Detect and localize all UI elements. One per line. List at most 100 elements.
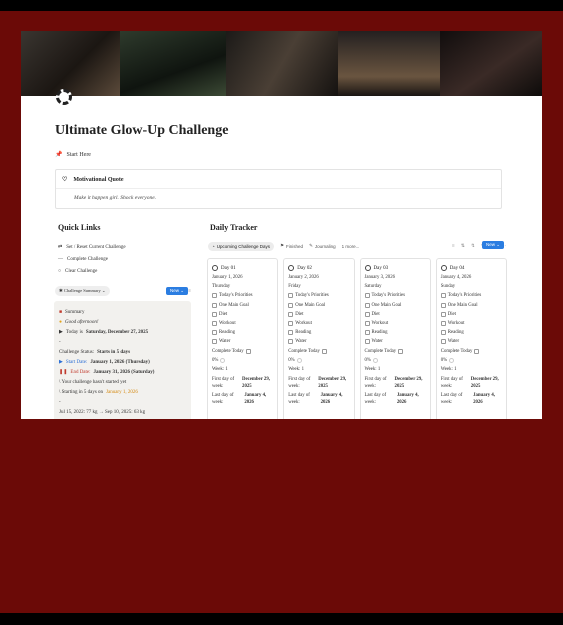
checkbox[interactable] <box>398 348 404 354</box>
task-row[interactable]: Water <box>364 337 426 346</box>
quick-link-reset[interactable]: ⇄ Set / Reset Current Challenge <box>58 241 178 253</box>
complete-label: Complete Today <box>212 348 244 354</box>
complete-row[interactable]: Complete Today <box>441 347 502 356</box>
task-row[interactable]: Water <box>288 337 349 346</box>
checkbox[interactable] <box>212 330 217 336</box>
checkbox[interactable] <box>364 293 370 299</box>
task-row[interactable]: Today's Priorities <box>212 291 273 300</box>
status-circle-icon[interactable] <box>212 265 218 271</box>
tab-label: Journaling <box>314 243 336 249</box>
checkbox[interactable] <box>474 348 480 354</box>
task-row[interactable]: Reading <box>212 328 273 337</box>
task-row[interactable]: Reading <box>440 328 502 337</box>
filter-icon[interactable]: ≡ <box>188 289 191 294</box>
divider-dash: - <box>59 399 61 405</box>
checkbox[interactable] <box>440 293 446 299</box>
checkbox[interactable] <box>212 311 217 317</box>
checkbox[interactable] <box>364 302 370 308</box>
summary-card[interactable]: ■ Summary ● Good afternoon! ▶ Today is Satur… <box>54 301 191 419</box>
task-row[interactable]: Reading <box>288 328 349 337</box>
first-day-row: First day of week: December 29, 2025 <box>288 376 349 390</box>
last-day-label: Last day of week: <box>212 393 234 406</box>
week-label: Week: 1 <box>440 366 457 372</box>
task-row[interactable]: Workout <box>288 319 349 328</box>
task-row[interactable]: One Main Goal <box>364 301 426 310</box>
complete-row[interactable]: Complete Today <box>365 347 426 356</box>
task-row[interactable]: Water <box>440 337 502 346</box>
checkbox[interactable] <box>288 293 294 299</box>
progress-row: 0% <box>212 356 273 365</box>
day-card[interactable]: Day 03 January 3, 2026 Saturday Today's Pri… <box>359 258 431 419</box>
task-row[interactable]: Diet <box>440 310 502 319</box>
first-day-label: First day of week: <box>288 377 311 390</box>
start-here-link[interactable]: 📌 Start Here <box>55 151 91 159</box>
status-circle-icon[interactable] <box>440 265 447 271</box>
task-row[interactable]: Today's Priorities <box>288 291 349 300</box>
complete-row[interactable]: Complete Today <box>288 347 349 356</box>
task-row[interactable]: Diet <box>212 310 273 319</box>
bullet-red-icon: ■ <box>59 309 63 315</box>
day-label: Day 03 <box>373 265 389 271</box>
checkbox[interactable] <box>288 311 294 317</box>
filter-icon[interactable]: ≡ <box>452 244 455 249</box>
last-day-row: Last day of week: January 4, 2026 <box>288 392 349 406</box>
task-row[interactable]: Workout <box>364 319 426 328</box>
tab-label: Challenge Summary <box>63 288 101 293</box>
checkbox[interactable] <box>212 339 217 345</box>
complete-row[interactable]: Complete Today <box>212 347 273 356</box>
checkbox[interactable] <box>212 293 217 299</box>
checkbox[interactable] <box>364 311 370 317</box>
checkbox[interactable] <box>440 302 446 308</box>
task-row[interactable]: Today's Priorities <box>440 291 502 300</box>
checkbox[interactable] <box>321 348 327 354</box>
checkbox[interactable] <box>212 321 217 327</box>
tab-challenge-summary[interactable]: ✱ Challenge Summary ⌄ <box>55 286 110 296</box>
task-row[interactable]: Diet <box>364 310 426 319</box>
checkbox[interactable] <box>245 348 251 354</box>
task-label: Reading <box>447 330 464 336</box>
task-row[interactable]: One Main Goal <box>440 301 502 310</box>
tracker-new-button[interactable]: New ⌄ <box>482 241 505 249</box>
new-button[interactable]: New ⌄ <box>166 287 189 295</box>
checkbox[interactable] <box>288 302 294 308</box>
checkbox[interactable] <box>440 330 446 336</box>
tab-journaling[interactable]: ✎ Journaling <box>309 243 336 249</box>
checkbox[interactable] <box>364 339 370 345</box>
task-row[interactable]: Workout <box>212 319 273 328</box>
task-row[interactable]: One Main Goal <box>288 301 349 310</box>
checkbox[interactable] <box>364 321 370 327</box>
task-row[interactable]: One Main Goal <box>212 301 273 310</box>
day-card[interactable]: Day 04 January 4, 2026 Sunday Today's Prior… <box>435 258 507 419</box>
checkbox[interactable] <box>440 311 446 317</box>
task-label: Water <box>295 339 307 345</box>
checkbox[interactable] <box>212 302 217 308</box>
tab-upcoming[interactable]: ◔ Upcoming Challenge Days <box>208 241 274 251</box>
task-row[interactable]: Diet <box>288 310 349 319</box>
task-row[interactable]: Reading <box>364 328 426 337</box>
day-card[interactable]: Day 02 January 2, 2026 Friday Today's Prior… <box>283 258 355 419</box>
task-row[interactable]: Water <box>212 337 273 346</box>
day-card[interactable]: Day 01 January 1, 2026 Thursday Today's Pri… <box>207 258 279 419</box>
end-value: January 31, 2026 (Saturday) <box>93 369 155 375</box>
checkbox[interactable] <box>288 339 294 345</box>
task-row[interactable]: Today's Priorities <box>364 291 426 300</box>
task-label: Reading <box>371 330 388 336</box>
page-icon[interactable] <box>56 89 72 105</box>
tab-more[interactable]: 1 more... <box>342 244 360 249</box>
quick-link-complete[interactable]: — Complete Challenge <box>58 253 178 265</box>
checkbox[interactable] <box>440 321 446 327</box>
checkbox[interactable] <box>440 339 446 345</box>
quick-links-title: Quick Links <box>58 223 101 232</box>
sort-icon[interactable]: ⇅ <box>461 243 465 249</box>
checkbox[interactable] <box>288 330 294 336</box>
status-circle-icon[interactable] <box>364 265 371 271</box>
status-circle-icon[interactable] <box>288 265 295 271</box>
quick-link-clear[interactable]: ○ Clear Challenge <box>58 265 178 277</box>
tab-finished[interactable]: ⚑ Finished <box>280 243 303 249</box>
bolt-icon[interactable]: ↯ <box>471 243 475 249</box>
arrow-icon: ▶ <box>59 330 63 335</box>
checkbox[interactable] <box>288 321 294 327</box>
task-row[interactable]: Workout <box>440 319 502 328</box>
checkbox[interactable] <box>364 330 370 336</box>
task-label: Reading <box>219 330 235 336</box>
